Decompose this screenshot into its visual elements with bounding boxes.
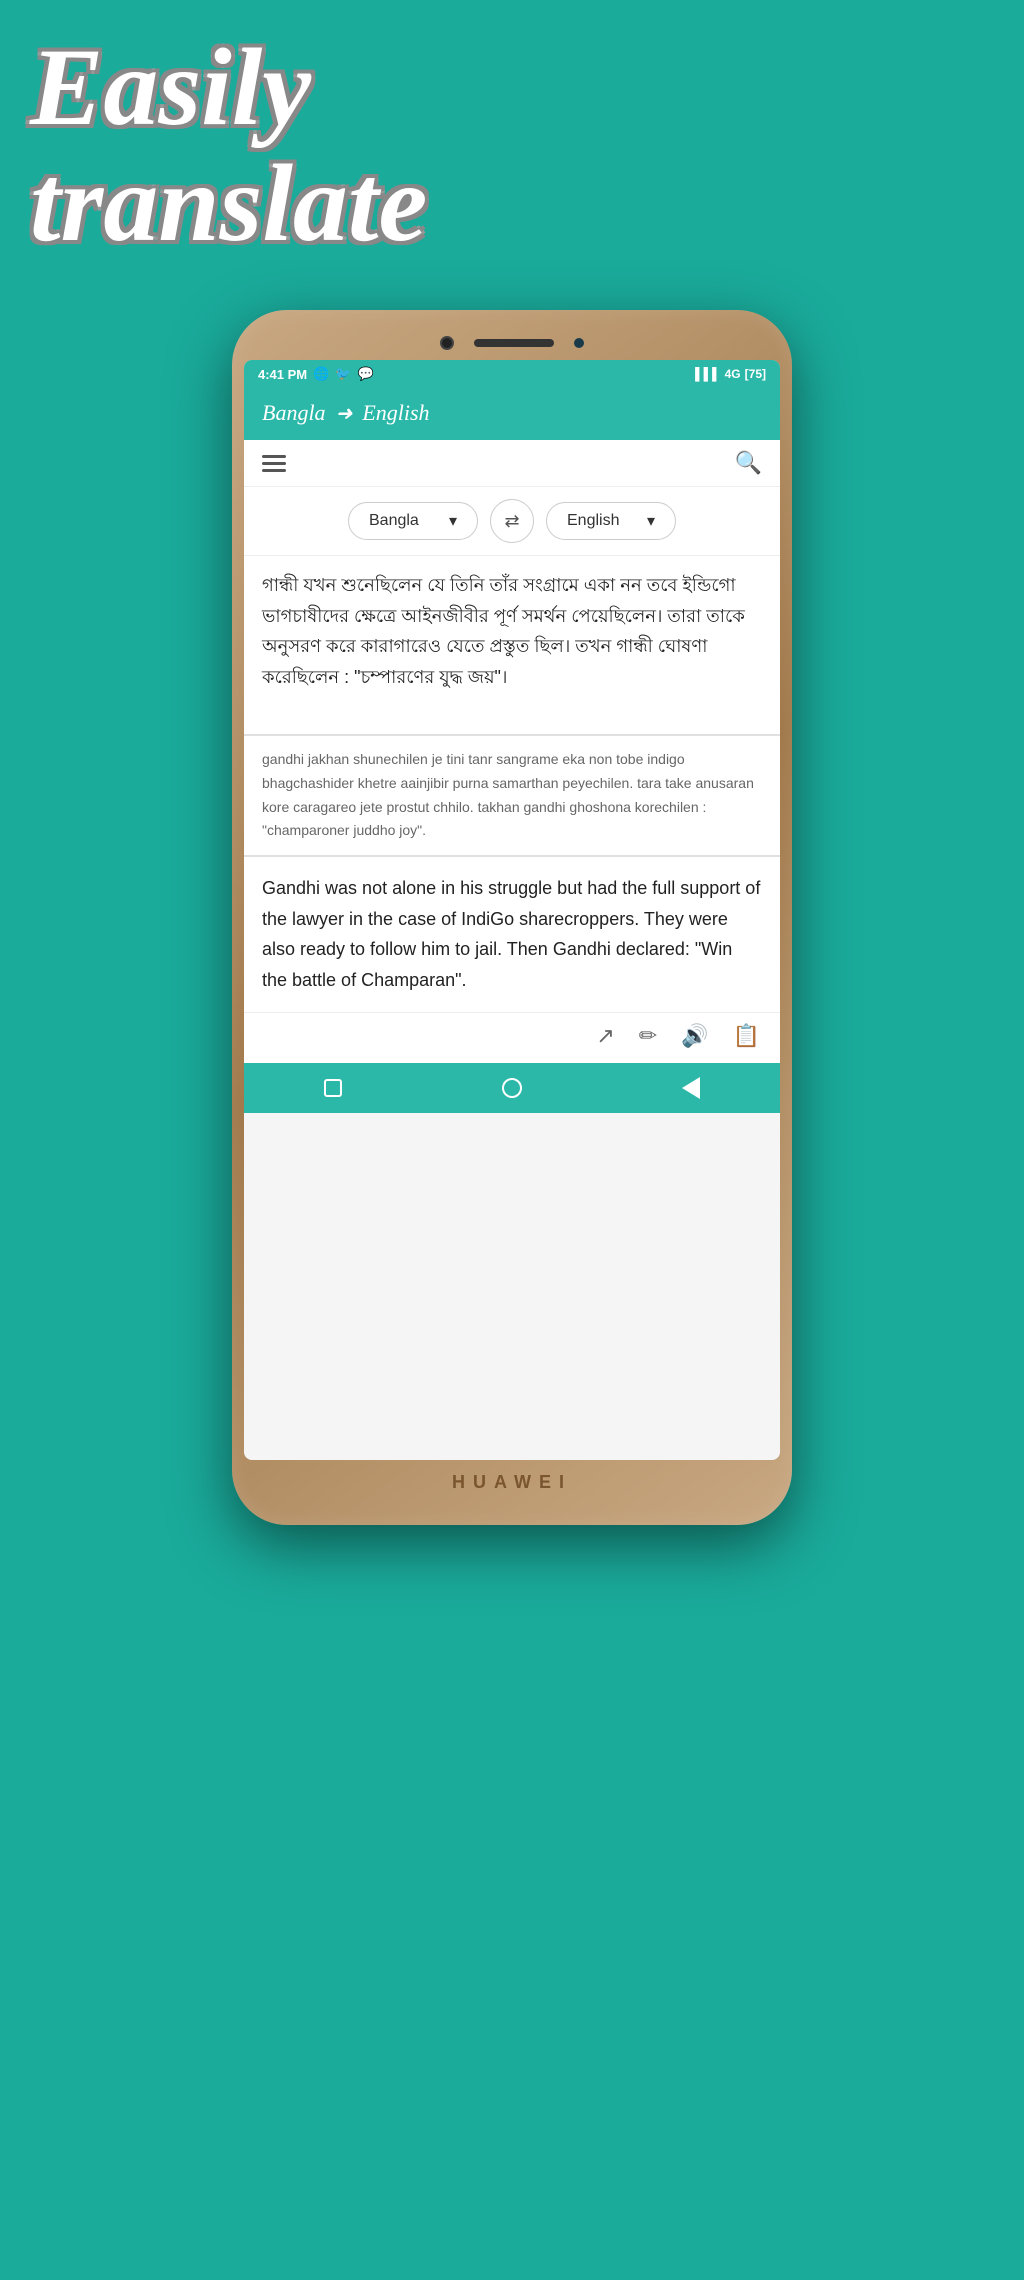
arrow-icon: ➜ bbox=[336, 401, 353, 426]
hero-title: Easily translate bbox=[30, 30, 427, 261]
from-language-selector[interactable]: Bangla ▾ bbox=[348, 502, 478, 540]
battery-icon: [75] bbox=[745, 367, 766, 381]
phone-mockup: 4:41 PM 🌐 🐦 💬 ▌▌▌ 4G [75] Bangla ➜ Engli… bbox=[232, 310, 792, 1525]
hero-line2: translate bbox=[30, 142, 427, 264]
copy-icon[interactable]: 📋 bbox=[733, 1023, 760, 1049]
hero-line1: Easily bbox=[30, 26, 311, 148]
status-time: 4:41 PM bbox=[258, 367, 307, 382]
from-language-header: Bangla bbox=[262, 400, 326, 426]
triangle-icon bbox=[682, 1077, 700, 1099]
whatsapp-icon: 💬 bbox=[358, 366, 374, 382]
translation-area: Gandhi was not alone in his struggle but… bbox=[244, 857, 780, 1011]
phone-screen: 4:41 PM 🌐 🐦 💬 ▌▌▌ 4G [75] Bangla ➜ Engli… bbox=[244, 360, 780, 1460]
romanized-area: gandhi jakhan shunechilen je tini tanr s… bbox=[244, 736, 780, 857]
hamburger-line3 bbox=[262, 469, 286, 472]
toolbar: 🔍 bbox=[244, 440, 780, 487]
status-bar: 4:41 PM 🌐 🐦 💬 ▌▌▌ 4G [75] bbox=[244, 360, 780, 388]
front-camera bbox=[440, 336, 454, 350]
expand-icon[interactable]: ↗ bbox=[596, 1023, 614, 1049]
hamburger-line2 bbox=[262, 462, 286, 465]
status-right: ▌▌▌ 4G [75] bbox=[695, 367, 766, 381]
phone-sensor bbox=[574, 338, 584, 348]
circle-icon bbox=[502, 1078, 522, 1098]
phone-speaker-slot bbox=[474, 339, 554, 347]
globe-icon: 🌐 bbox=[313, 366, 329, 382]
status-left: 4:41 PM 🌐 🐦 💬 bbox=[258, 366, 374, 382]
phone-top-bar bbox=[244, 328, 780, 360]
to-language-selector[interactable]: English ▾ bbox=[546, 502, 676, 540]
brand-label: HUAWEI bbox=[452, 1472, 572, 1493]
romanized-text: gandhi jakhan shunechilen je tini tanr s… bbox=[262, 748, 762, 843]
swap-icon: ⇄ bbox=[504, 511, 519, 532]
bottom-navigation-bar bbox=[244, 1063, 780, 1113]
app-header: Bangla ➜ English bbox=[244, 388, 780, 440]
from-lang-label: Bangla bbox=[369, 512, 419, 530]
square-icon bbox=[324, 1079, 342, 1097]
action-row: ↗ ✏ 🔊 📋 bbox=[244, 1012, 780, 1063]
swap-languages-button[interactable]: ⇄ bbox=[490, 499, 534, 543]
input-area[interactable]: গান্ধী যখন শুনেছিলেন যে তিনি তাঁর সংগ্রা… bbox=[244, 556, 780, 736]
from-lang-chevron: ▾ bbox=[449, 511, 457, 531]
phone-shell: 4:41 PM 🌐 🐦 💬 ▌▌▌ 4G [75] Bangla ➜ Engli… bbox=[232, 310, 792, 1525]
speaker-icon[interactable]: 🔊 bbox=[681, 1023, 708, 1049]
bangla-input-text[interactable]: গান্ধী যখন শুনেছিলেন যে তিনি তাঁর সংগ্রা… bbox=[262, 570, 762, 692]
search-icon[interactable]: 🔍 bbox=[735, 450, 762, 476]
hero-section: Easily translate bbox=[30, 30, 427, 261]
network-type: 4G bbox=[725, 367, 741, 381]
signal-icon: ▌▌▌ bbox=[695, 367, 721, 381]
translated-text: Gandhi was not alone in his struggle but… bbox=[262, 873, 762, 995]
app-header-title: Bangla ➜ English bbox=[262, 400, 762, 426]
to-language-header: English bbox=[362, 400, 429, 426]
recent-apps-button[interactable] bbox=[324, 1079, 342, 1097]
home-button[interactable] bbox=[502, 1078, 522, 1098]
hamburger-line1 bbox=[262, 455, 286, 458]
to-lang-label: English bbox=[567, 512, 619, 530]
to-lang-chevron: ▾ bbox=[647, 511, 655, 531]
twitter-icon: 🐦 bbox=[335, 366, 351, 382]
hamburger-menu-button[interactable] bbox=[262, 455, 286, 472]
back-button[interactable] bbox=[682, 1077, 700, 1099]
language-selectors: Bangla ▾ ⇄ English ▾ bbox=[244, 487, 780, 556]
edit-icon[interactable]: ✏ bbox=[639, 1023, 657, 1049]
phone-bottom-bar: HUAWEI bbox=[244, 1460, 780, 1507]
